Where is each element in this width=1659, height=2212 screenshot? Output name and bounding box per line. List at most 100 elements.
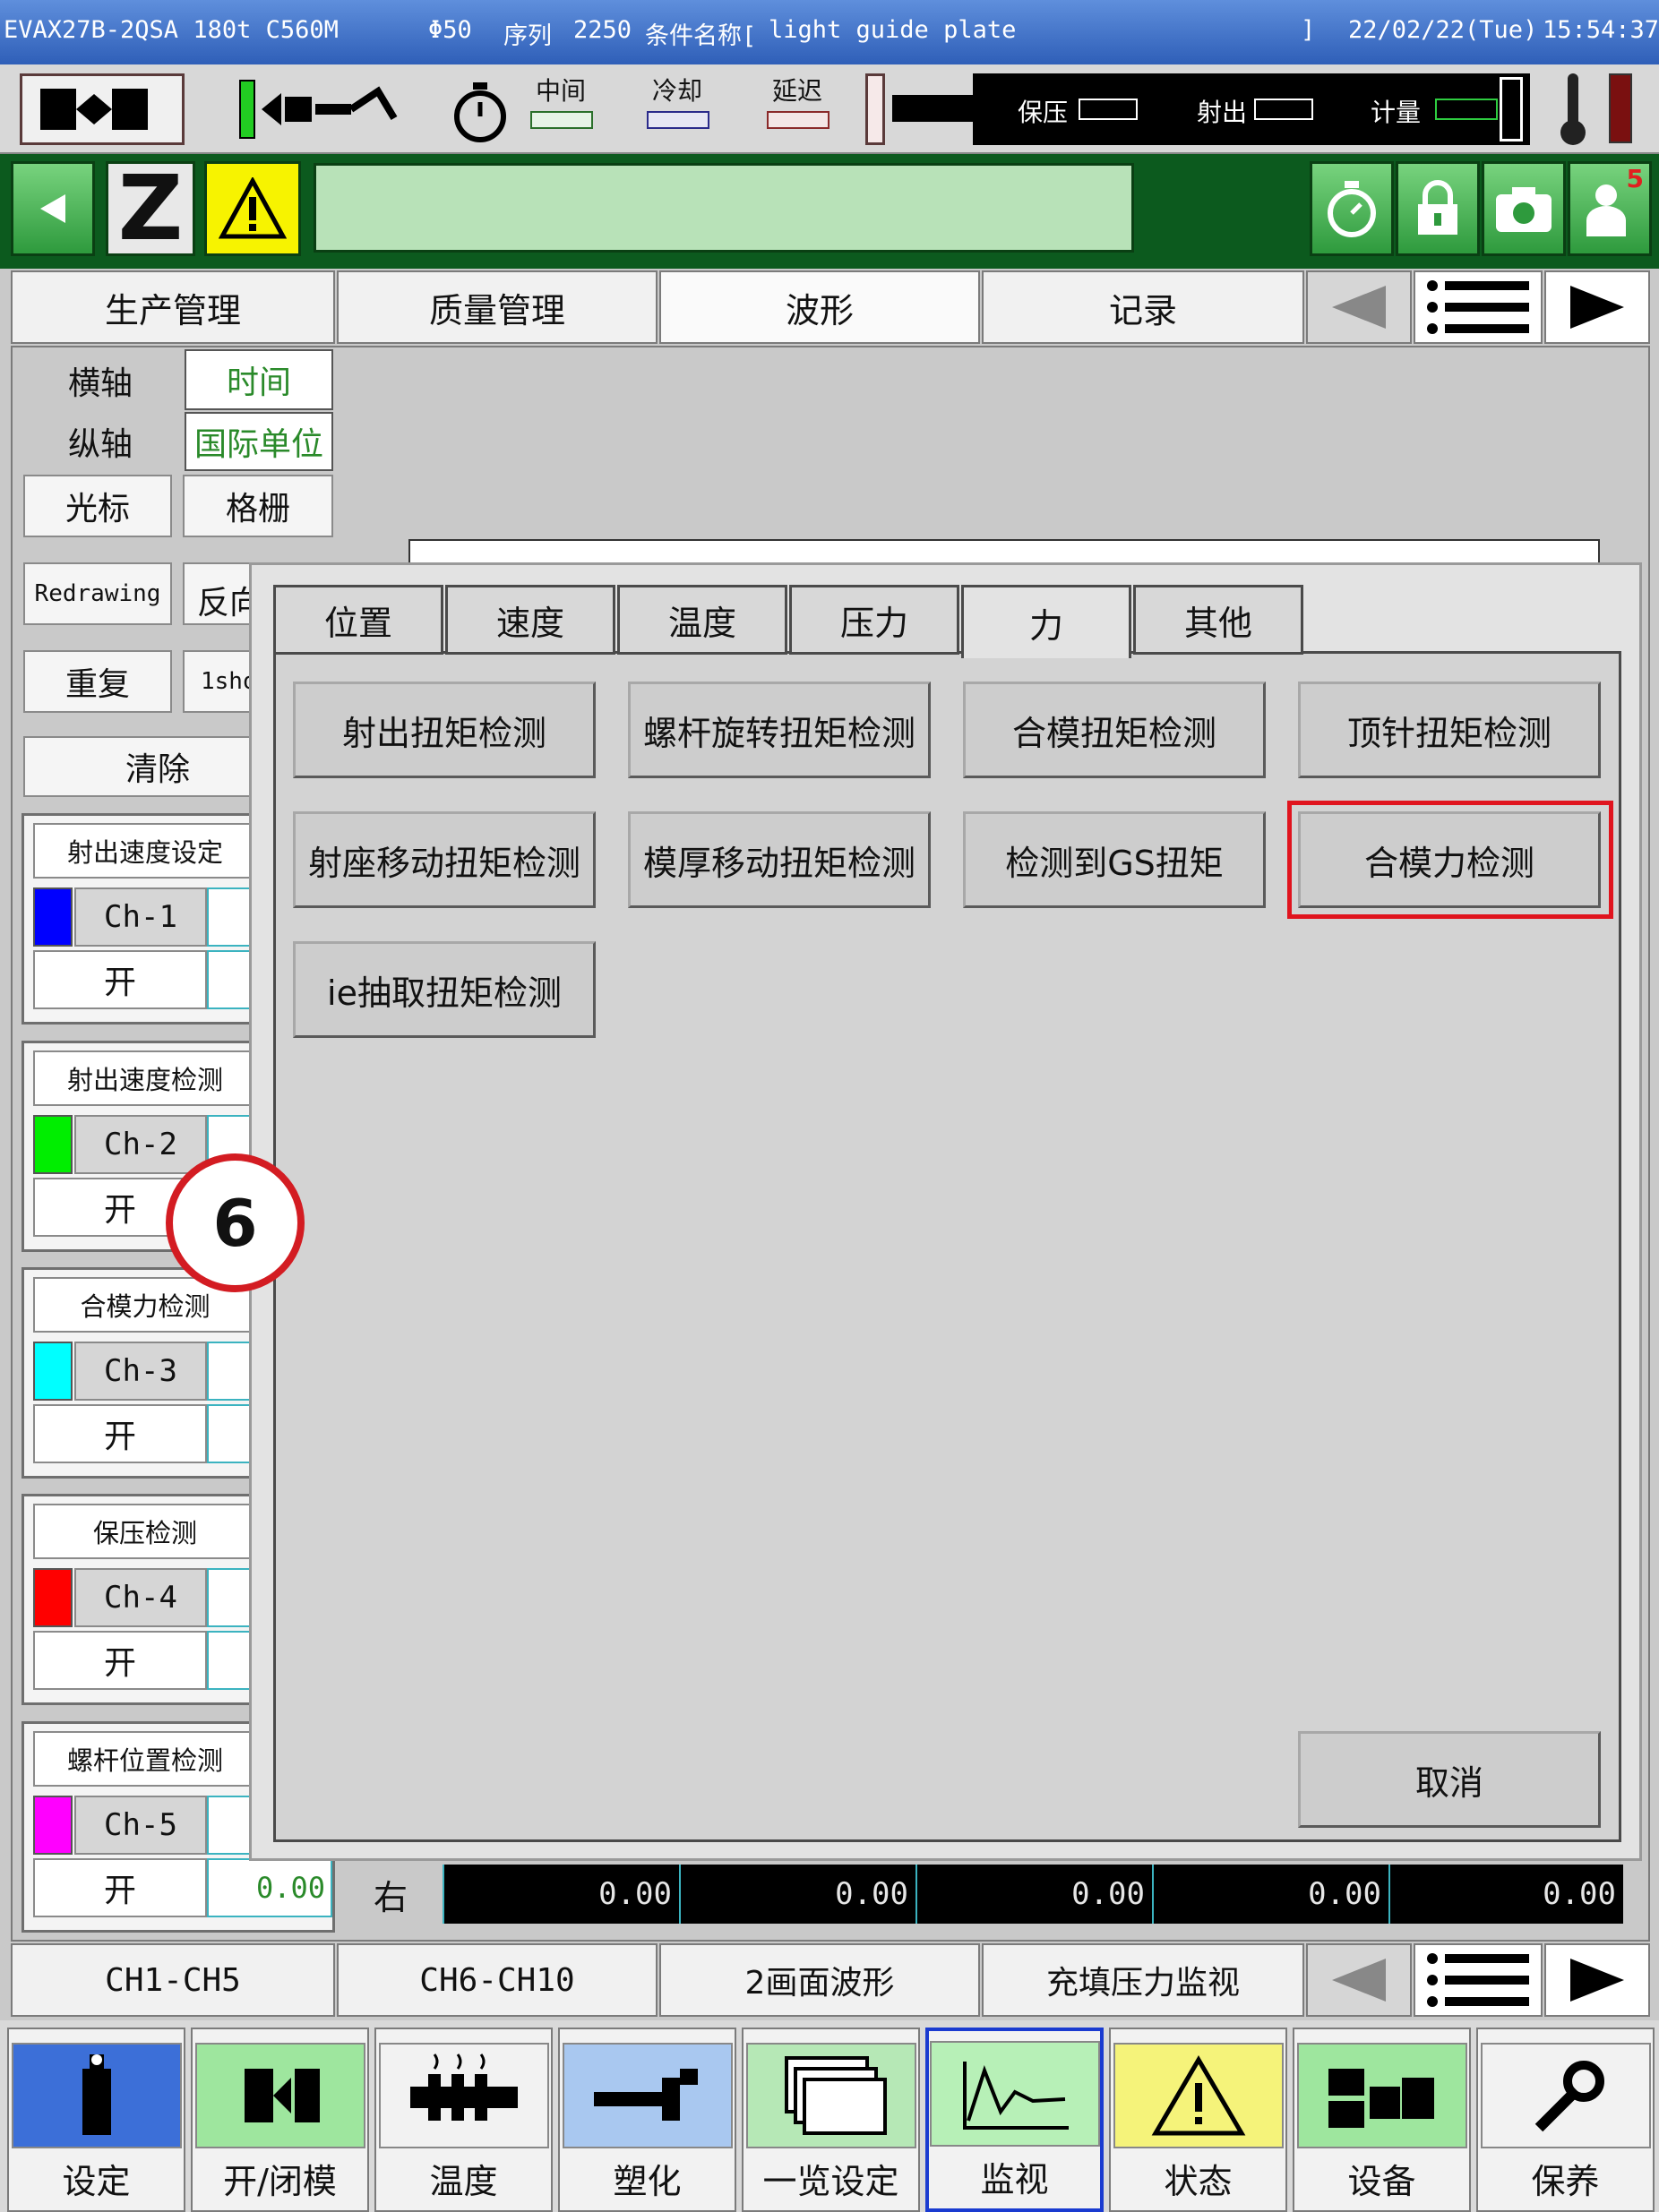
timer-button[interactable]	[1310, 161, 1394, 256]
injection-torque-button[interactable]: 射出扭矩检测	[293, 682, 596, 778]
setup-icon	[11, 2043, 182, 2148]
bottom-tab-ch1-ch5[interactable]: CH1-CH5	[11, 1943, 335, 2017]
tab-quality-management[interactable]: 质量管理	[337, 270, 658, 344]
cursor-button[interactable]: 光标	[23, 475, 172, 537]
ejector-status-icon	[235, 73, 405, 145]
injection-label: 射出	[1197, 98, 1248, 127]
nav-temperature[interactable]: 温度	[374, 2028, 553, 2212]
warning-icon	[219, 177, 287, 239]
readout-value: 0.00	[1388, 1865, 1623, 1924]
message-area	[314, 163, 1134, 253]
readout-value: 0.00	[915, 1865, 1152, 1924]
user-button[interactable]: 5	[1568, 161, 1652, 256]
dialog-tab-force[interactable]: 力	[961, 585, 1131, 658]
channel-label[interactable]: Ch-1	[74, 887, 207, 947]
bottom-menu-button[interactable]	[1414, 1943, 1543, 2017]
tab-records[interactable]: 记录	[982, 270, 1304, 344]
lock-button[interactable]	[1396, 161, 1480, 256]
nav-equipment[interactable]: 设备	[1293, 2028, 1471, 2212]
nav-label: 监视	[980, 2160, 1049, 2199]
dialog-tab-position[interactable]: 位置	[273, 585, 443, 655]
screenshot-button[interactable]	[1482, 161, 1566, 256]
channel-label[interactable]: Ch-4	[74, 1568, 207, 1627]
nav-status-warning[interactable]: 状态	[1109, 2028, 1287, 2212]
condition-close: ]	[1301, 16, 1316, 44]
step-callout: 6	[166, 1153, 305, 1292]
nav-setup[interactable]: 设定	[7, 2028, 185, 2212]
gs-torque-button[interactable]: 检测到GS扭矩	[963, 811, 1266, 908]
nav-maintenance-wrench[interactable]: 保养	[1476, 2028, 1655, 2212]
mold-thickness-torque-button[interactable]: 模厚移动扭矩检测	[628, 811, 931, 908]
channel-open-toggle[interactable]: 开	[33, 1404, 207, 1463]
bottom-tab-fill-pressure[interactable]: 充填压力监视	[982, 1943, 1304, 2017]
machine-model: EVAX27B-2QSA 180t C560M	[4, 16, 339, 44]
nav-plasticizing[interactable]: 塑化	[558, 2028, 736, 2212]
right-cursor-label: 右	[373, 1877, 408, 1917]
channel-label[interactable]: Ch-5	[74, 1796, 207, 1855]
nav-monitor[interactable]: 监视	[925, 2028, 1104, 2212]
clamp-force-detect-button[interactable]: 合模力检测	[1298, 811, 1601, 908]
nav-list-settings[interactable]: 一览设定	[742, 2028, 920, 2212]
nozzle-bar	[892, 95, 973, 122]
nav-label: 一览设定	[762, 2162, 899, 2201]
dialog-tab-temperature[interactable]: 温度	[617, 585, 787, 655]
bottom-prev-button[interactable]	[1306, 1943, 1412, 2017]
heater-indicator	[1609, 73, 1632, 143]
stopwatch-icon	[1328, 181, 1376, 237]
grid-button[interactable]: 格栅	[183, 475, 333, 537]
screw-rotation-torque-button[interactable]: 螺杆旋转扭矩检测	[628, 682, 931, 778]
bottom-tab-ch6-ch10[interactable]: CH6-CH10	[337, 1943, 658, 2017]
dialog-tab-speed[interactable]: 速度	[445, 585, 615, 655]
condition-label: 条件名称[	[645, 22, 757, 50]
repeat-button[interactable]: 重复	[23, 650, 172, 713]
alarm-button[interactable]	[204, 161, 301, 256]
right-triangle-icon	[1570, 1959, 1624, 2002]
channel-label[interactable]: Ch-3	[74, 1342, 207, 1401]
date: 22/02/22(Tue)	[1348, 16, 1538, 44]
channel-signal-title[interactable]: 保压检测	[33, 1504, 257, 1559]
channel-signal-title[interactable]: 射出速度检测	[33, 1050, 257, 1106]
cancel-button[interactable]: 取消	[1298, 1731, 1601, 1828]
list-menu-icon	[1427, 1953, 1529, 2007]
dialog-tab-pressure[interactable]: 压力	[789, 585, 959, 655]
channel-open-toggle[interactable]: 开	[33, 950, 207, 1009]
channel-label[interactable]: Ch-2	[74, 1115, 207, 1174]
thermometer-icon	[1555, 70, 1591, 149]
channel-signal-title[interactable]: 螺杆位置检测	[33, 1731, 257, 1787]
bottom-next-button[interactable]	[1544, 1943, 1650, 2017]
tab-waveform[interactable]: 波形	[659, 270, 980, 344]
horizontal-axis-label: 横轴	[67, 365, 133, 402]
mold-open-close-icon	[194, 2043, 365, 2148]
redrawing-button[interactable]: Redrawing	[23, 562, 172, 625]
tab-prev-button[interactable]	[1306, 270, 1412, 344]
camera-icon	[1496, 187, 1552, 232]
channel-color-swatch	[33, 887, 73, 947]
vertical-axis-selector[interactable]: 国际单位	[185, 412, 333, 471]
nav-mold-open-close[interactable]: 开/闭模	[191, 2028, 369, 2212]
nav-label: 开/闭模	[223, 2162, 337, 2201]
nav-label: 塑化	[613, 2162, 682, 2201]
carriage-move-torque-button[interactable]: 射座移动扭矩检测	[293, 811, 596, 908]
tab-production-management[interactable]: 生产管理	[11, 270, 335, 344]
channel-open-toggle[interactable]: 开	[33, 1858, 207, 1917]
tab-label: 质量管理	[428, 290, 565, 330]
channel-open-toggle[interactable]: 开	[33, 1631, 207, 1690]
mold-clamp-torque-button[interactable]: 合模扭矩检测	[963, 682, 1266, 778]
logo-z: Z	[106, 161, 195, 256]
horizontal-axis-selector[interactable]: 时间	[185, 349, 333, 410]
bottom-tab-dual-waveform[interactable]: 2画面波形	[659, 1943, 980, 2017]
back-button[interactable]	[11, 161, 95, 256]
dialog-tab-other[interactable]: 其他	[1133, 585, 1303, 655]
ejector-torque-button[interactable]: 顶针扭矩检测	[1298, 682, 1601, 778]
channel-color-swatch	[33, 1796, 73, 1855]
cooling-label: 冷却	[652, 76, 703, 106]
readout-value: 0.00	[443, 1865, 679, 1924]
maintenance-wrench-icon	[1480, 2043, 1651, 2148]
mold-status-icon	[20, 73, 185, 145]
channel-signal-title[interactable]: 射出速度设定	[33, 823, 257, 879]
ie-extract-torque-button[interactable]: ie抽取扭矩检测	[293, 941, 596, 1038]
timer-icon	[448, 77, 512, 145]
channel-min-value[interactable]: 0.00	[207, 1858, 332, 1917]
tab-next-button[interactable]	[1544, 270, 1650, 344]
tab-menu-button[interactable]	[1414, 270, 1543, 344]
